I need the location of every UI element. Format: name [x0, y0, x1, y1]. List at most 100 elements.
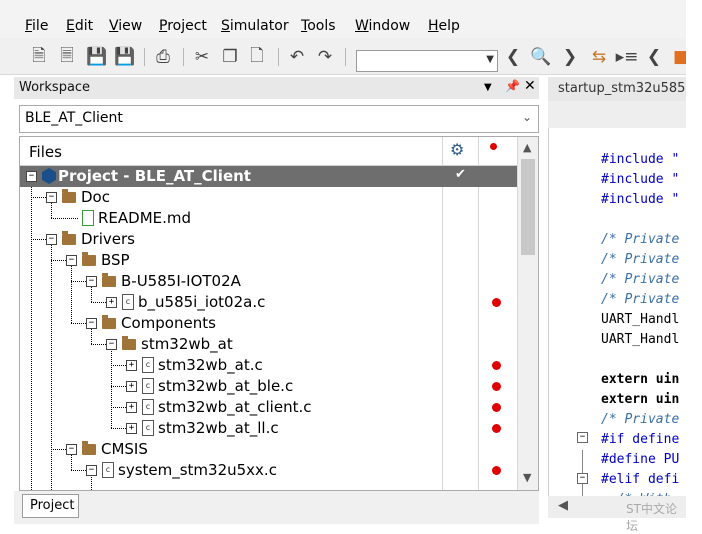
copy-icon[interactable]: ❐	[221, 47, 239, 67]
collapse-icon[interactable]: −	[86, 465, 97, 476]
tree-folder-row[interactable]: − Drivers	[20, 229, 517, 250]
print-icon[interactable]: ⎙	[154, 47, 172, 67]
scroll-thumb[interactable]	[521, 159, 535, 255]
code-line[interactable]: #include "	[601, 152, 679, 167]
find-icon[interactable]: 🔍	[530, 47, 552, 67]
new-file-icon[interactable]: 🗎	[30, 46, 48, 67]
tab-project[interactable]: Project	[22, 494, 79, 518]
expand-icon[interactable]: +	[126, 423, 137, 434]
tree-file-row[interactable]: + c stm32wb_at_ll.c	[20, 418, 517, 439]
workspace-title: Workspace	[19, 80, 91, 95]
toolbar-combo-box[interactable]: ▼	[356, 50, 498, 72]
menu-window[interactable]: Window	[355, 18, 410, 34]
workspace-selector[interactable]: BLE_AT_Client ⌄	[19, 105, 539, 133]
tree-file-row[interactable]: + c stm32wb_at_ble.c	[20, 376, 517, 397]
undo-icon[interactable]: ↶	[288, 47, 306, 67]
tree-file-row[interactable]: + c b_u585i_iot02a.c	[20, 292, 517, 313]
save-icon[interactable]: 💾	[86, 47, 107, 67]
collapse-icon[interactable]: −	[106, 339, 117, 350]
tree-file-row[interactable]: + c stm32wb_at_client.c	[20, 397, 517, 418]
collapse-icon[interactable]: −	[26, 171, 37, 182]
code-line[interactable]: #define PU	[601, 452, 679, 467]
editor-tab[interactable]: startup_stm32u585x	[558, 81, 693, 96]
modified-column-icon[interactable]	[490, 143, 497, 150]
tree-folder-row[interactable]: − B-U585I-IOT02A	[20, 271, 517, 292]
folder-icon	[82, 252, 96, 266]
editor-nav-strip	[548, 101, 686, 128]
menu-help[interactable]: Help	[428, 18, 460, 34]
prev-icon[interactable]: ❮	[646, 47, 662, 67]
menu-simulator[interactable]: Simulator	[221, 18, 289, 34]
menu-edit[interactable]: Edit	[66, 18, 93, 34]
c-file-icon: c	[142, 378, 154, 394]
code-line[interactable]: extern uin	[601, 392, 679, 407]
code-line[interactable]: /* Private	[601, 252, 679, 267]
collapse-icon[interactable]: −	[66, 255, 77, 266]
panel-menu-icon[interactable]: ▼	[484, 82, 492, 93]
tree-folder-row[interactable]: − CMSIS	[20, 439, 517, 460]
tree-folder-row[interactable]: − BSP	[20, 250, 517, 271]
cut-icon[interactable]: ✂	[193, 47, 211, 67]
collapse-icon[interactable]: −	[46, 234, 57, 245]
collapse-icon[interactable]: −	[46, 192, 57, 203]
code-line[interactable]: UART_Handl	[601, 312, 679, 327]
menu-file[interactable]: File	[25, 18, 48, 34]
menu-tools[interactable]: Tools	[301, 18, 336, 34]
scroll-up-icon[interactable]: ▲	[523, 141, 531, 154]
expand-icon[interactable]: +	[126, 402, 137, 413]
code-line[interactable]: /* Private	[601, 292, 679, 307]
close-icon[interactable]: ✕	[524, 78, 536, 94]
tree-vertical-scrollbar[interactable]: ▲ ▼	[517, 137, 538, 490]
menu-project[interactable]: Project	[159, 18, 207, 34]
tree-folder-row[interactable]: − Components	[20, 313, 517, 334]
folder-icon	[102, 273, 116, 287]
code-editor[interactable]: #include " #include " #include " /* Private…	[548, 128, 687, 496]
tree-file-row[interactable]: README.md	[20, 208, 517, 229]
collapse-icon[interactable]: −	[86, 276, 97, 287]
bookmark-toggle-icon[interactable]: ⇆	[590, 47, 608, 67]
collapse-icon[interactable]: −	[86, 318, 97, 329]
checkmark-icon[interactable]: ✔	[455, 167, 466, 182]
tree-file-row[interactable]: + c stm32wb_at.c	[20, 355, 517, 376]
paste-icon[interactable]: 🗋	[248, 46, 266, 67]
code-line[interactable]: /* Private	[601, 272, 679, 287]
code-line[interactable]: #if define	[601, 432, 679, 447]
back-icon[interactable]: ❮	[505, 47, 521, 67]
collapse-icon[interactable]: −	[66, 444, 77, 455]
tree-project-row[interactable]: − Project - BLE_AT_Client ✔	[20, 166, 517, 187]
new-project-icon[interactable]: 🗏	[58, 46, 76, 67]
scroll-left-icon[interactable]: ◀	[558, 498, 568, 513]
tree-folder-row[interactable]: − Doc	[20, 187, 517, 208]
code-line[interactable]: #elif defi	[601, 472, 679, 487]
modified-dot-icon	[492, 403, 501, 412]
tree-item-label: stm32wb_at_ll.c	[158, 419, 279, 437]
scroll-down-icon[interactable]: ▼	[523, 471, 531, 484]
editor-horizontal-scrollbar[interactable]: ◀ ST中文论坛	[548, 496, 686, 533]
fold-toggle[interactable]: −	[577, 473, 588, 484]
code-line[interactable]: #include "	[601, 192, 679, 207]
expand-icon[interactable]: +	[126, 381, 137, 392]
files-column-header[interactable]: Files	[29, 143, 62, 161]
editor-tab-bar: startup_stm32u585x	[548, 77, 693, 101]
forward-icon[interactable]: ❯	[562, 47, 578, 67]
tree-file-row[interactable]: − c system_stm32u5xx.c	[20, 460, 517, 481]
tree-item-label: Doc	[81, 188, 110, 206]
code-line[interactable]: UART_Handl	[601, 332, 679, 347]
expand-icon[interactable]: +	[106, 297, 117, 308]
redo-icon[interactable]: ↷	[316, 47, 334, 67]
code-line[interactable]: #include "	[601, 172, 679, 187]
workspace-selector-value: BLE_AT_Client	[25, 110, 123, 126]
menu-view[interactable]: View	[109, 18, 142, 34]
fold-toggle[interactable]: −	[577, 432, 588, 443]
save-all-icon[interactable]: 💾	[114, 47, 135, 67]
workspace-title-bar: Workspace ▼ 📌 ✕	[14, 77, 539, 99]
expand-icon[interactable]: +	[126, 360, 137, 371]
tree-folder-row[interactable]: − stm32wb_at	[20, 334, 517, 355]
code-line[interactable]: /* Private	[601, 232, 679, 247]
indent-icon[interactable]: ▸≡	[616, 47, 639, 67]
gear-icon[interactable]: ⚙	[450, 140, 464, 159]
pin-icon[interactable]: 📌	[505, 79, 520, 93]
tab-project-label: Project	[30, 498, 75, 513]
code-line[interactable]: /* Private	[601, 412, 679, 427]
code-line[interactable]: extern uin	[601, 372, 679, 387]
